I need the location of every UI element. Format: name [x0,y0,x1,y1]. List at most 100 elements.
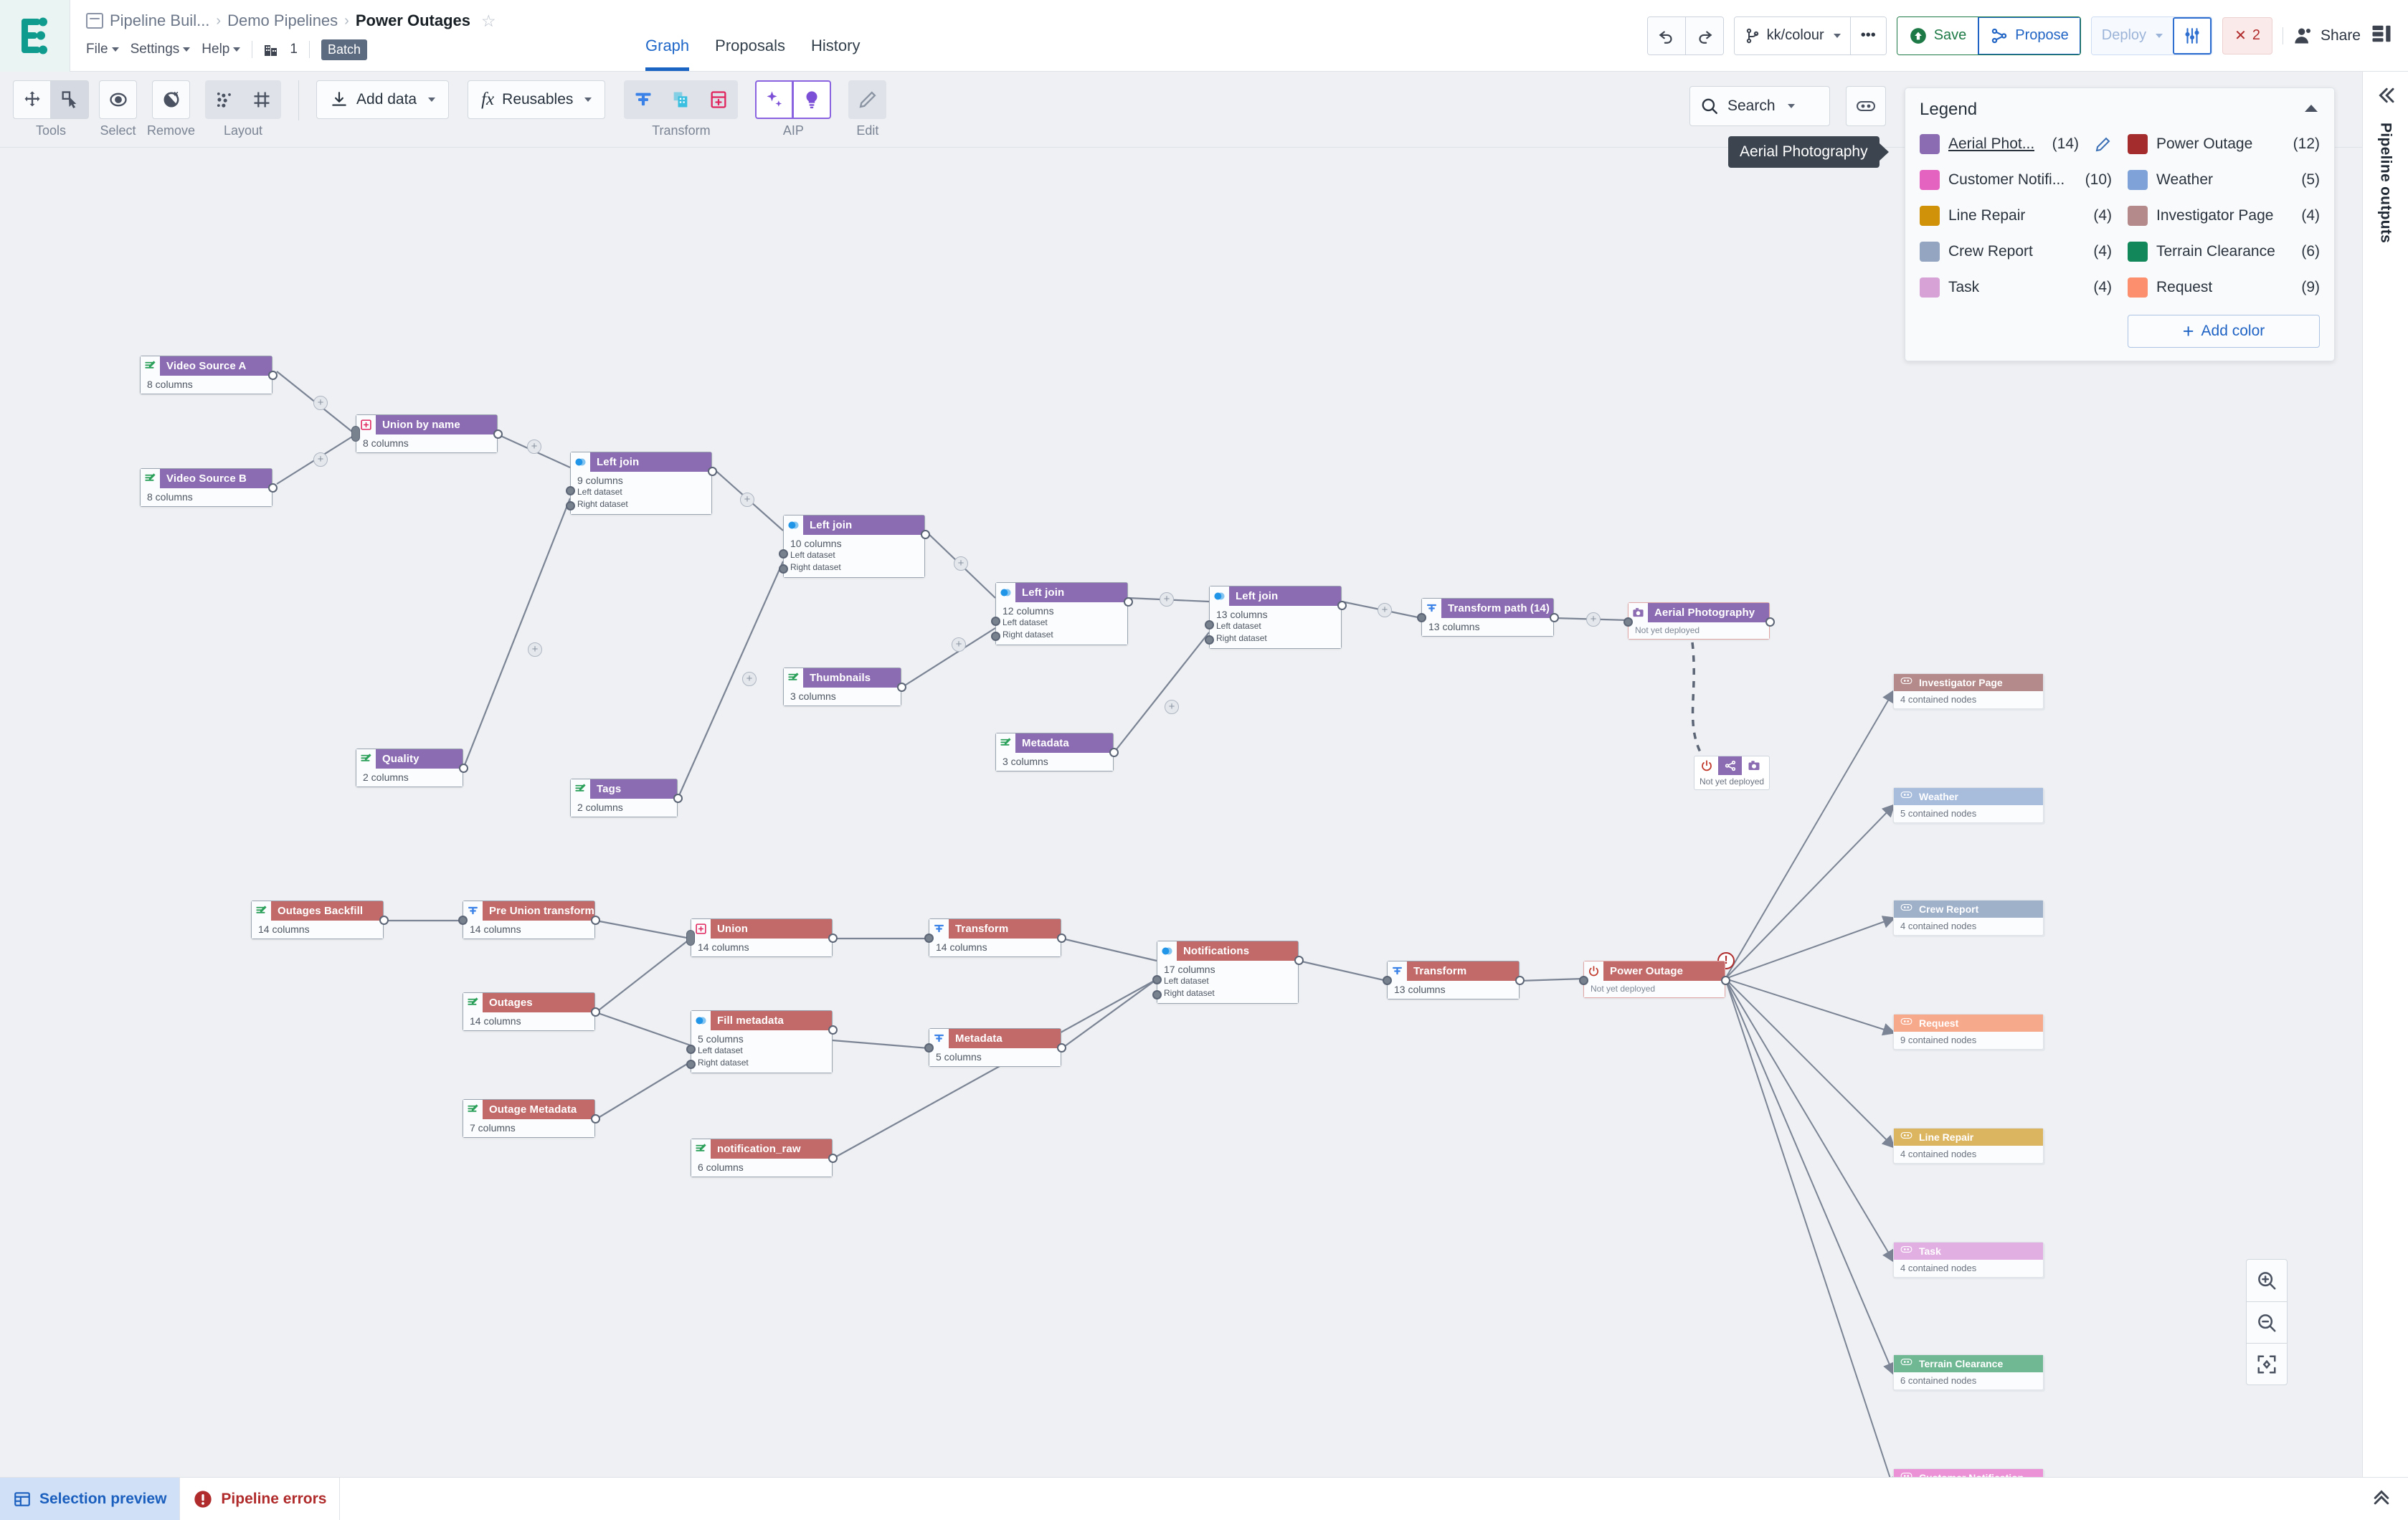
node-input-port[interactable] [991,632,1000,641]
node-output-port[interactable] [1294,956,1304,965]
pipeline-outputs-label[interactable]: Pipeline outputs [2377,123,2394,243]
graph-node-metadata-low[interactable]: Metadata 5 columns [929,1028,1061,1067]
node-input-port[interactable] [1579,976,1588,985]
share-icon[interactable] [1718,756,1742,775]
legend-color-swatch[interactable] [1920,206,1940,226]
grid-layout-button[interactable] [243,80,282,119]
select-target-button[interactable] [99,80,137,119]
add-edge-node-icon[interactable]: + [528,642,542,657]
node-output-port[interactable] [828,934,838,943]
save-button[interactable]: Save [1897,16,1978,54]
legend-color-swatch[interactable] [1920,242,1940,262]
node-input-port[interactable] [351,426,360,442]
breadcrumb-item-0[interactable]: Pipeline Buil... [110,11,209,30]
legend-item[interactable]: Aerial Phot... (14) [1920,130,2112,158]
legend-color-swatch[interactable] [2128,242,2148,262]
legend-color-swatch[interactable] [1920,134,1940,154]
graph-node-thumbnails[interactable]: Thumbnails 3 columns [783,668,901,706]
add-data-button[interactable]: Add data [316,80,450,119]
node-input-port[interactable] [566,486,575,495]
graph-node-outages-backfill[interactable]: Outages Backfill 14 columns [251,901,384,939]
graph-node-union-by-name[interactable]: Union by name 8 columns [356,414,498,453]
search-button[interactable]: Search [1689,86,1830,126]
graph-group-node-crew-report[interactable]: Crew Report 4 contained nodes [1893,900,2044,936]
zoom-out-button[interactable] [2247,1301,2287,1343]
graph-node-notifications[interactable]: Notifications 17 columns Left dataset Right… [1157,941,1299,1004]
node-output-port[interactable] [1124,597,1133,607]
selection-preview-tab[interactable]: Selection preview [0,1478,180,1520]
node-output-port[interactable] [379,916,389,925]
graph-node-video-source-b[interactable]: Video Source B 8 columns [140,468,272,507]
legend-color-swatch[interactable] [2128,206,2148,226]
add-edge-node-icon[interactable]: + [740,493,754,507]
add-edge-node-icon[interactable]: + [1378,603,1392,617]
share-button[interactable]: Share [2293,26,2361,46]
add-edge-node-icon[interactable]: + [1165,700,1179,714]
aip-suggest-button[interactable] [793,80,832,119]
menu-settings[interactable]: Settings [131,42,191,57]
graph-node-left-join-2[interactable]: Left join 10 columns Left dataset Right dat… [783,515,925,578]
favorite-star-icon[interactable]: ☆ [481,11,496,31]
graph-node-union[interactable]: Union 14 columns [691,918,833,957]
node-output-port[interactable] [459,764,468,773]
app-logo[interactable] [0,0,70,72]
node-output-port[interactable] [828,1025,838,1035]
graph-node-outage-metadata[interactable]: Outage Metadata 7 columns [463,1099,595,1138]
power-icon[interactable] [1694,756,1718,775]
legend-item[interactable]: Request (9) [2128,273,2320,302]
node-input-port[interactable] [1152,990,1162,999]
node-input-port[interactable] [779,564,788,574]
legend-color-swatch[interactable] [2128,134,2148,154]
node-output-port[interactable] [1057,1043,1066,1053]
pivot-button[interactable] [700,80,739,119]
zoom-in-button[interactable] [2247,1260,2287,1301]
node-input-port[interactable] [1417,613,1426,622]
graph-node-left-join-1[interactable]: Left join 9 columns Left dataset Right data… [570,452,712,515]
remove-node-button[interactable] [152,80,191,119]
redo-button[interactable] [1684,16,1723,54]
transform-button[interactable] [624,80,663,119]
deploy-settings-button[interactable] [2173,16,2212,54]
select-tool-button[interactable] [51,80,89,119]
add-color-button[interactable]: + Add color [2128,315,2320,348]
node-output-port[interactable] [1721,976,1730,985]
graph-group-node-terrain-clearance[interactable]: Terrain Clearance 6 contained nodes [1893,1354,2044,1390]
deploy-button[interactable]: Deploy [2091,16,2174,54]
breadcrumb-item-1[interactable]: Demo Pipelines [227,11,338,30]
legend-item[interactable]: Power Outage (12) [2128,130,2320,158]
node-input-port[interactable] [779,549,788,559]
stack-button[interactable] [662,80,701,119]
branch-more-button[interactable]: ••• [1849,16,1886,54]
node-input-port[interactable] [458,916,468,925]
tab-proposals[interactable]: Proposals [715,37,785,71]
node-input-port[interactable] [924,1043,934,1053]
edit-pencil-icon[interactable] [2095,136,2112,153]
reusables-button[interactable]: fx Reusables [468,80,606,119]
node-output-port[interactable] [268,371,278,380]
menu-file[interactable]: File [86,42,119,57]
legend-item[interactable]: Task (4) [1920,273,2112,302]
node-output-port[interactable] [1515,976,1525,985]
node-output-port[interactable] [591,916,600,925]
node-input-port[interactable] [1383,976,1392,985]
node-output-port[interactable] [897,683,906,692]
node-output-port[interactable] [268,483,278,493]
aerial-deploy-panel[interactable]: Not yet deployed [1694,756,1771,790]
graph-group-node-task[interactable]: Task 4 contained nodes [1893,1242,2044,1278]
legend-item[interactable]: Terrain Clearance (6) [2128,237,2320,266]
add-edge-node-icon[interactable]: + [742,672,757,686]
pan-tool-button[interactable] [13,80,51,119]
legend-collapse-icon[interactable] [2303,103,2320,118]
graph-node-left-join-4[interactable]: Left join 13 columns Left dataset Right dat… [1209,586,1342,649]
legend-item[interactable]: Line Repair (4) [1920,201,2112,230]
node-output-port[interactable] [1550,613,1559,622]
graph-node-transform-mid[interactable]: Transform 14 columns [929,918,1061,957]
graph-node-video-source-a[interactable]: Video Source A 8 columns [140,356,272,394]
node-input-port[interactable] [1205,620,1214,630]
graph-group-node-investigator-page[interactable]: Investigator Page 4 contained nodes [1893,673,2044,709]
collapse-panel-icon[interactable] [2375,85,2397,110]
node-input-port[interactable] [924,934,934,943]
node-output-port[interactable] [921,530,930,539]
graph-node-transform-low[interactable]: Transform 13 columns [1387,961,1520,999]
menu-help[interactable]: Help [202,42,241,57]
